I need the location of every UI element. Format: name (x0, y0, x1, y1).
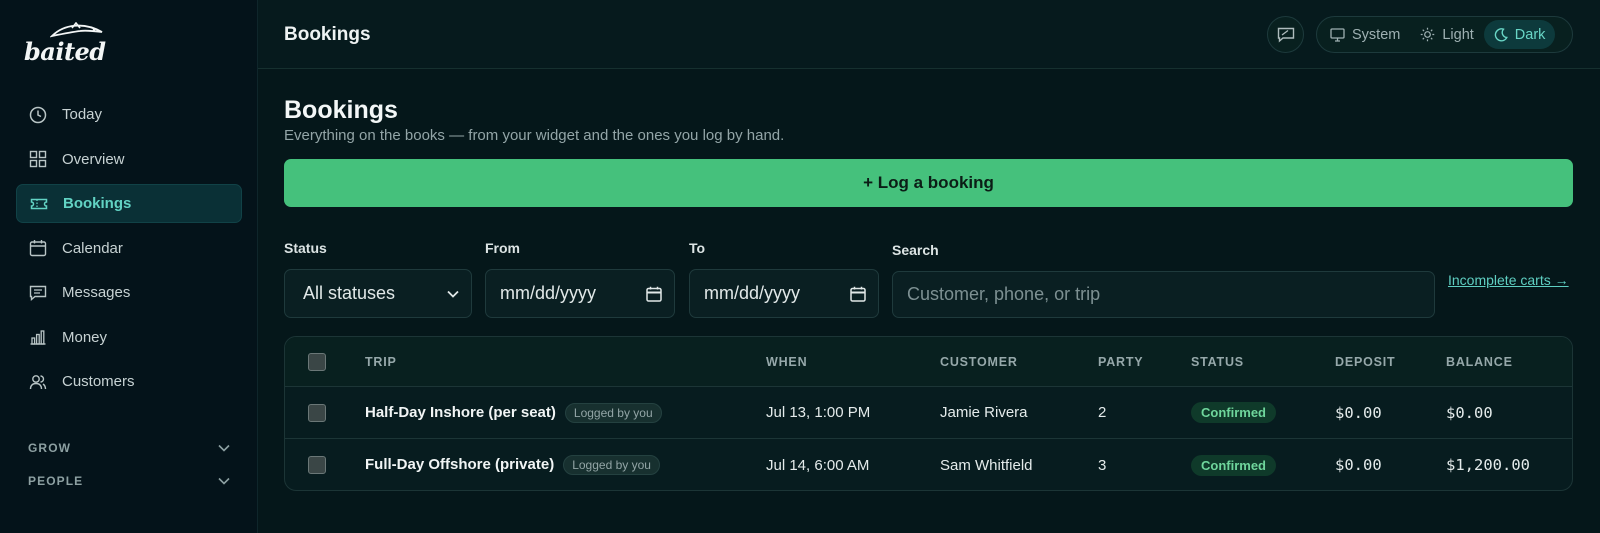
sidebar: baited Today Overview Bookings Calendar … (0, 0, 258, 533)
balance-cell: $1,200.00 (1446, 456, 1530, 474)
row-checkbox[interactable] (308, 403, 326, 422)
table-row[interactable]: Full-Day Offshore (private) Logged by you… (285, 439, 1572, 490)
column-header-balance[interactable]: BALANCE (1446, 355, 1513, 369)
chevron-down-icon (218, 477, 230, 485)
grid-icon (28, 149, 48, 169)
balance-cell: $0.00 (1446, 403, 1493, 422)
theme-dark-button[interactable]: Dark (1483, 20, 1556, 49)
search-input[interactable]: Customer, phone, or trip (892, 271, 1435, 318)
theme-light-button[interactable]: Light (1410, 20, 1483, 49)
deposit-cell: $0.00 (1335, 456, 1382, 474)
theme-label: Dark (1514, 26, 1546, 43)
sidebar-item-today[interactable]: Today (16, 95, 242, 134)
column-header-deposit[interactable]: DEPOSIT (1335, 355, 1395, 369)
status-badge: Confirmed (1191, 454, 1276, 476)
trip-name[interactable]: Half-Day Inshore (per seat) (365, 403, 556, 420)
theme-switcher: System Light Dark (1316, 16, 1573, 53)
calendar-icon (28, 238, 48, 258)
logged-tag: Logged by you (563, 455, 660, 475)
page-subtitle: Everything on the books — from your widg… (284, 127, 785, 144)
clock-icon (28, 105, 48, 125)
brand-logo[interactable]: baited (24, 22, 106, 66)
status-select[interactable]: All statuses (284, 269, 472, 318)
to-date-input[interactable]: mm/dd/yyyy (689, 269, 879, 318)
column-header-customer[interactable]: CUSTOMER (940, 355, 1018, 369)
bookings-table: TRIP WHEN CUSTOMER PARTY STATUS DEPOSIT … (284, 336, 1573, 491)
sidebar-item-label: Messages (62, 284, 131, 301)
column-header-when[interactable]: WHEN (766, 355, 807, 369)
sidebar-item-customers[interactable]: Customers (16, 362, 242, 401)
sidebar-item-label: Today (62, 106, 103, 123)
log-booking-button[interactable]: + Log a booking (284, 159, 1573, 207)
column-header-party[interactable]: PARTY (1098, 355, 1143, 369)
sidebar-item-bookings[interactable]: Bookings (16, 184, 242, 223)
theme-label: Light (1442, 26, 1474, 43)
status-filter-label: Status (284, 240, 327, 256)
sidebar-item-label: Bookings (63, 195, 132, 212)
sidebar-item-calendar[interactable]: Calendar (16, 229, 242, 268)
monitor-icon (1330, 27, 1345, 42)
sidebar-item-money[interactable]: Money (16, 318, 242, 357)
sidebar-nav: Today Overview Bookings Calendar Message… (16, 95, 242, 407)
trip-name[interactable]: Full-Day Offshore (private) (365, 456, 554, 473)
status-cell: Confirmed (1191, 402, 1276, 423)
to-filter-label: To (689, 240, 706, 256)
sidebar-group-label: PEOPLE (28, 474, 84, 488)
deposit-cell: $0.00 (1335, 403, 1382, 422)
bar-chart-icon (28, 327, 48, 347)
ticket-icon (29, 194, 49, 214)
calendar-icon (850, 286, 866, 302)
status-badge: Confirmed (1191, 402, 1276, 423)
trip-cell: Full-Day Offshore (private) Logged by you (365, 455, 660, 475)
sidebar-group-people[interactable]: PEOPLE (28, 471, 230, 491)
select-all-checkbox[interactable] (308, 352, 326, 371)
party-cell: 3 (1098, 456, 1107, 474)
trip-cell: Half-Day Inshore (per seat) Logged by you (365, 402, 662, 423)
fish-icon (50, 22, 103, 38)
feedback-icon (1277, 27, 1294, 43)
customer-cell: Sam Whitfield (940, 456, 1033, 474)
search-placeholder: Customer, phone, or trip (907, 284, 1101, 304)
when-cell: Jul 13, 1:00 PM (766, 404, 871, 421)
table-row[interactable]: Half-Day Inshore (per seat) Logged by you… (285, 387, 1572, 439)
table-header-row: TRIP WHEN CUSTOMER PARTY STATUS DEPOSIT … (285, 337, 1572, 387)
status-cell: Confirmed (1191, 454, 1276, 476)
page-title: Bookings (284, 96, 398, 124)
top-bar: Bookings System Light Dark (258, 0, 1600, 69)
search-filter-label: Search (892, 242, 939, 258)
feedback-button[interactable] (1267, 16, 1304, 53)
sun-icon (1420, 27, 1435, 42)
logged-tag: Logged by you (564, 402, 662, 423)
sidebar-item-label: Overview (62, 150, 125, 168)
from-date-input[interactable]: mm/dd/yyyy (485, 269, 675, 318)
moon-icon (1494, 27, 1508, 42)
sidebar-item-overview[interactable]: Overview (16, 140, 242, 179)
row-checkbox[interactable] (308, 456, 326, 474)
column-header-trip[interactable]: TRIP (365, 355, 397, 369)
sidebar-group-grow[interactable]: GROW (28, 438, 230, 458)
incomplete-carts-link[interactable]: Incomplete carts → (1448, 272, 1569, 288)
theme-label: System (1352, 26, 1401, 43)
chevron-down-icon (447, 290, 459, 298)
header-title: Bookings (284, 24, 371, 45)
party-cell: 2 (1098, 404, 1107, 421)
sidebar-item-messages[interactable]: Messages (16, 273, 242, 312)
when-cell: Jul 14, 6:00 AM (766, 456, 870, 474)
sidebar-item-label: Customers (62, 373, 135, 390)
status-select-value: All statuses (303, 283, 396, 303)
message-icon (28, 283, 48, 303)
sidebar-item-label: Calendar (62, 239, 123, 257)
from-filter-label: From (485, 240, 520, 256)
chevron-down-icon (218, 444, 230, 452)
sidebar-group-label: GROW (28, 441, 72, 455)
theme-system-button[interactable]: System (1320, 20, 1410, 49)
users-icon (28, 372, 48, 392)
column-header-status[interactable]: STATUS (1191, 355, 1244, 369)
logo-text: baited (24, 37, 106, 66)
to-date-placeholder: mm/dd/yyyy (704, 283, 801, 303)
customer-cell: Jamie Rivera (940, 404, 1028, 421)
sidebar-item-label: Money (62, 328, 108, 346)
calendar-icon (646, 286, 662, 302)
from-date-placeholder: mm/dd/yyyy (500, 283, 597, 303)
